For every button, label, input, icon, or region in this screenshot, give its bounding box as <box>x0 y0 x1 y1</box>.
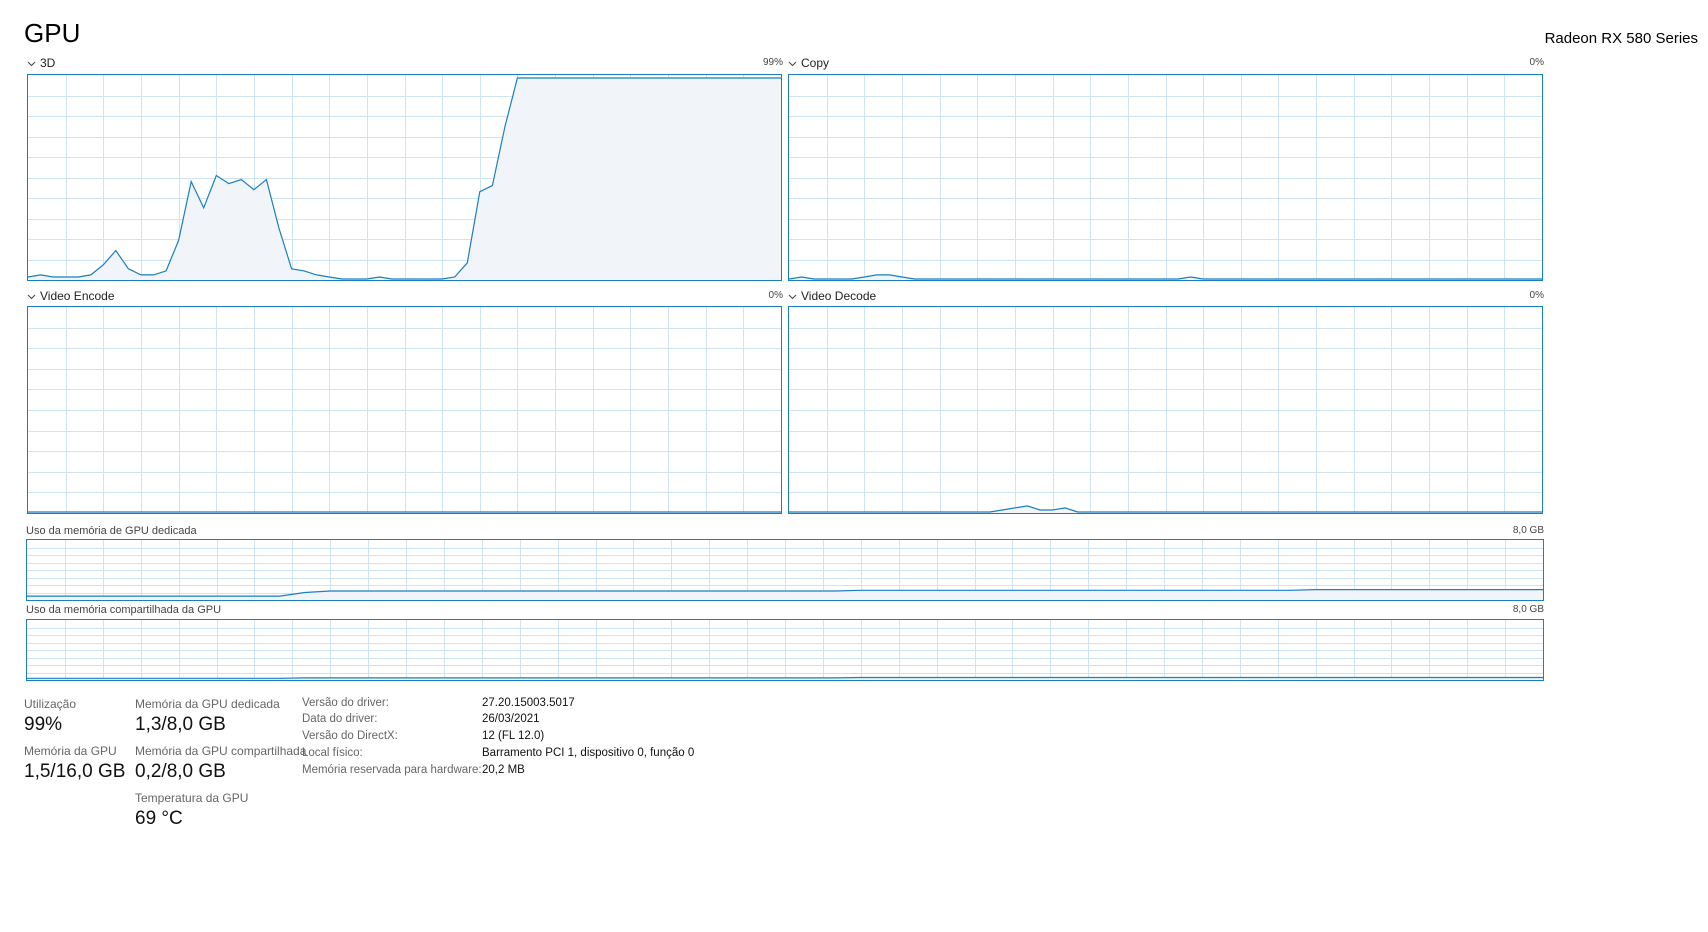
engine-max-label: 0% <box>768 290 783 301</box>
info-value-physical-location: Barramento PCI 1, dispositivo 0, função … <box>482 747 695 759</box>
engine-label: Video Decode <box>801 289 877 303</box>
device-name: Radeon RX 580 Series <box>1544 30 1698 47</box>
shared-memory-value: 0,2/8,0 GB <box>135 761 226 782</box>
graph-video-encode <box>27 306 782 514</box>
engine-label: Copy <box>801 56 830 70</box>
chevron-down-icon <box>27 292 36 301</box>
info-label-hardware-reserved-memory: Memória reservada para hardware: <box>302 764 482 776</box>
info-label-driver-version: Versão do driver: <box>302 697 389 709</box>
dedicated-memory-label: Memória da GPU dedicada <box>135 697 280 711</box>
info-value-driver-version: 27.20.15003.5017 <box>482 697 575 709</box>
gpu-memory-label: Memória da GPU <box>24 744 117 758</box>
page-title: GPU <box>24 18 81 48</box>
dedicated-memory-max-label: 8,0 GB <box>1512 525 1544 536</box>
graph-canvas <box>28 307 781 513</box>
engine-label: Video Encode <box>40 289 115 303</box>
graph-copy <box>788 74 1543 281</box>
shared-memory-graph-label: Uso da memória compartilhada da GPU <box>26 604 222 616</box>
chevron-down-icon <box>788 292 797 301</box>
engine-selector-video-encode[interactable]: Video Encode <box>27 289 115 303</box>
graph-canvas <box>789 75 1542 280</box>
graph-dedicated-memory <box>26 539 1544 601</box>
engine-selector-copy[interactable]: Copy <box>788 56 829 70</box>
info-value-hardware-reserved-memory: 20,2 MB <box>482 764 525 776</box>
graph-3d <box>27 74 782 281</box>
info-label-physical-location: Local físico: <box>302 747 363 759</box>
utilization-label: Utilização <box>24 697 77 711</box>
engine-max-label: 0% <box>1529 290 1544 301</box>
info-label-driver-date: Data do driver: <box>302 713 378 725</box>
engine-max-label: 0% <box>1529 57 1544 68</box>
graph-canvas <box>28 75 781 280</box>
shared-memory-label: Memória da GPU compartilhada <box>135 744 307 758</box>
graph-video-decode <box>788 306 1543 514</box>
graph-canvas <box>27 540 1543 600</box>
engine-max-label: 99% <box>762 57 783 68</box>
chevron-down-icon <box>788 59 797 68</box>
engine-selector-3d[interactable]: 3D <box>27 56 55 70</box>
temperature-value: 69 °C <box>135 808 183 829</box>
info-label-directx-version: Versão do DirectX: <box>302 730 398 742</box>
info-value-driver-date: 26/03/2021 <box>482 713 540 725</box>
engine-selector-video-decode[interactable]: Video Decode <box>788 289 876 303</box>
engine-label: 3D <box>40 56 56 70</box>
chevron-down-icon <box>27 59 36 68</box>
info-value-directx-version: 12 (FL 12.0) <box>482 730 545 742</box>
graph-shared-memory <box>26 619 1544 681</box>
dedicated-memory-graph-label: Uso da memória de GPU dedicada <box>26 525 197 537</box>
gpu-memory-value: 1,5/16,0 GB <box>24 761 126 782</box>
graph-canvas <box>27 620 1543 680</box>
temperature-label: Temperatura da GPU <box>135 791 249 805</box>
graph-canvas <box>789 307 1542 513</box>
dedicated-memory-value: 1,3/8,0 GB <box>135 714 226 735</box>
shared-memory-max-label: 8,0 GB <box>1512 604 1544 615</box>
utilization-value: 99% <box>24 714 63 735</box>
